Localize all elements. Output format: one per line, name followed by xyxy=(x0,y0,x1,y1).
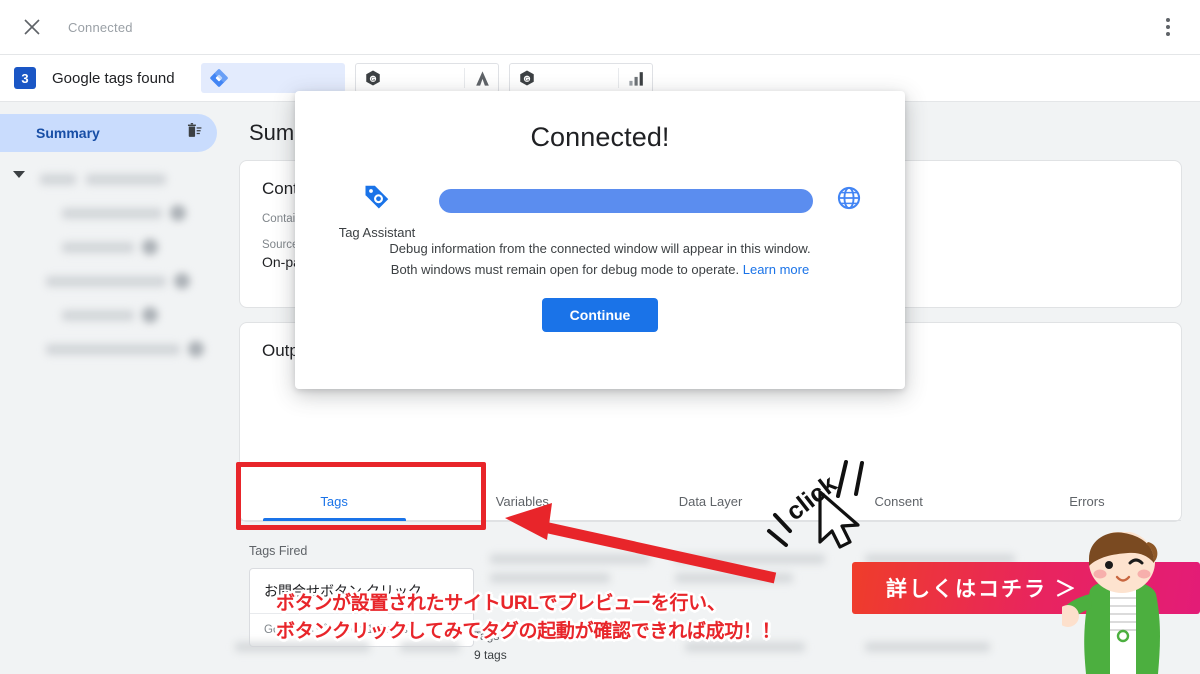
svg-text:G: G xyxy=(371,77,375,83)
connection-status-label: Connected xyxy=(68,19,133,35)
sidebar-blurred-item xyxy=(0,166,225,192)
mascot-illustration xyxy=(1062,532,1160,674)
sidebar-item-summary[interactable]: Summary xyxy=(0,114,217,152)
google-tag-manager-icon xyxy=(209,68,229,88)
sidebar-blurred-item xyxy=(0,268,225,294)
connected-modal: Connected! Tag Assistant Debug informati… xyxy=(295,91,905,389)
modal-description-line2-wrap: Both windows must remain open for debug … xyxy=(295,259,905,280)
chip-trail-empty xyxy=(329,68,337,88)
modal-description-line2: Both windows must remain open for debug … xyxy=(390,262,740,278)
modal-connection-graphic: Tag Assistant xyxy=(295,183,905,240)
svg-text:G: G xyxy=(525,77,529,83)
close-icon xyxy=(22,17,42,37)
tag-assistant-icon xyxy=(362,183,392,218)
sidebar-blurred-item xyxy=(0,234,225,260)
close-button[interactable] xyxy=(8,3,56,51)
debug-sidebar: Summary xyxy=(0,102,225,674)
sidebar-blurred-item xyxy=(0,302,225,328)
connection-pipe xyxy=(439,188,813,213)
japanese-annotation-line2: ボタンクリックしてみてタグの起動が確認できれば成功！！ xyxy=(276,620,781,642)
cta-button-label: 詳しくはコチラ ＞ xyxy=(886,578,1078,601)
sidebar-item-summary-label: Summary xyxy=(36,125,100,141)
google-analytics-icon xyxy=(617,68,646,88)
japanese-annotation-text: ボタンが設置されたサイトURLでプレビューを行い、 ボタンクリックしてみてタグの… xyxy=(276,590,876,645)
tags-found-count: 3 xyxy=(14,67,36,89)
learn-more-link[interactable]: Learn more xyxy=(743,262,809,277)
sidebar-blurred-item xyxy=(0,200,225,226)
delete-sweep-icon[interactable] xyxy=(184,121,203,145)
blurred-tag-card xyxy=(865,642,990,652)
modal-actions: Continue xyxy=(295,298,905,333)
more-vert-icon[interactable] xyxy=(1154,13,1182,41)
modal-title: Connected! xyxy=(530,122,670,152)
tab-data-layer[interactable]: Data Layer xyxy=(616,484,804,520)
modal-description-line1: Debug information from the connected win… xyxy=(389,241,811,256)
tag-assistant-block: Tag Assistant xyxy=(329,183,425,240)
google-tag-icon: G xyxy=(518,69,536,87)
tags-found-label: Google tags found xyxy=(52,69,175,87)
globe-block xyxy=(827,185,871,216)
tag-chip-list: G G xyxy=(200,63,653,93)
tag-chip-google-ads[interactable]: G xyxy=(354,63,499,93)
blurred-tag-card xyxy=(490,554,650,583)
tab-variables[interactable]: Variables xyxy=(428,484,616,520)
google-tag-icon: G xyxy=(364,69,382,87)
sidebar-blurred-events xyxy=(0,166,225,362)
footer-tags-count: 9 tags xyxy=(474,648,507,662)
blurred-tag-card xyxy=(675,554,825,583)
sidebar-blurred-item xyxy=(0,336,225,362)
globe-icon xyxy=(836,185,862,216)
output-tab-bar: Tags Variables Data Layer Consent Errors xyxy=(240,484,1181,521)
continue-button[interactable]: Continue xyxy=(541,298,659,333)
window-top-bar: Connected xyxy=(0,0,1200,55)
tag-chip-gtm[interactable] xyxy=(200,63,345,93)
modal-description: Debug information from the connected win… xyxy=(295,238,905,280)
tab-errors[interactable]: Errors xyxy=(993,484,1181,520)
tag-chip-google-analytics[interactable]: G xyxy=(508,63,653,93)
google-ads-icon xyxy=(463,68,492,88)
japanese-annotation-line1: ボタンが設置されたサイトURLでプレビューを行い、 xyxy=(276,593,726,614)
tab-consent[interactable]: Consent xyxy=(805,484,993,520)
tab-tags[interactable]: Tags xyxy=(240,484,428,521)
